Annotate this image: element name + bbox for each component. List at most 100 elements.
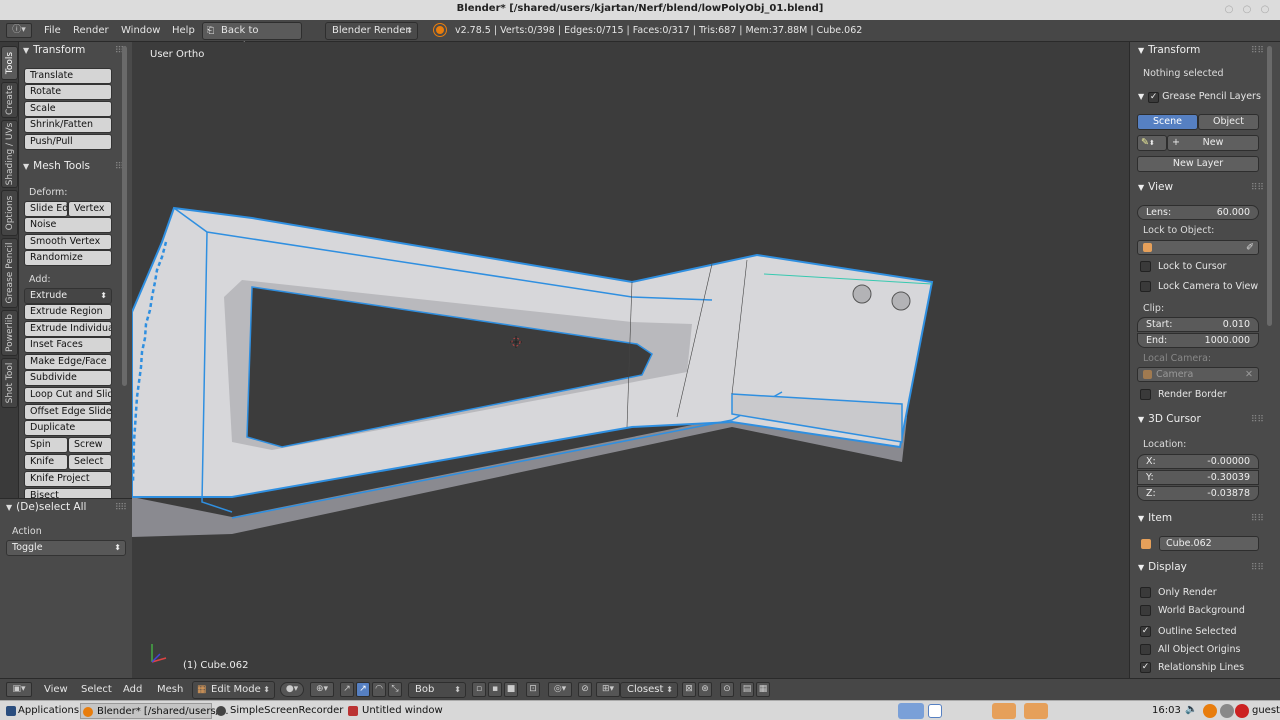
relationship-lines-checkbox[interactable]: ✓ Relationship Lines xyxy=(1140,662,1244,673)
cursor-y-field[interactable]: Y: -0.30039 xyxy=(1137,470,1259,485)
new-grease-pencil-button[interactable]: + New xyxy=(1167,135,1259,151)
menu-add[interactable]: Add xyxy=(123,684,142,695)
display-properties-header[interactable]: ▼ Display xyxy=(1138,561,1187,573)
tab-grease-pencil[interactable]: Grease Pencil xyxy=(1,238,18,308)
render-border-checkbox[interactable]: Render Border xyxy=(1140,389,1227,400)
render-animation-icon[interactable]: ▤ xyxy=(740,682,754,697)
drag-grip-icon[interactable]: ⠿⠿ xyxy=(1251,563,1264,573)
tab-tools[interactable]: Tools xyxy=(1,46,18,80)
tray-app-icon[interactable] xyxy=(1203,704,1217,718)
make-edge-face-button[interactable]: Make Edge/Face xyxy=(24,354,112,370)
screw-button[interactable]: Screw xyxy=(68,437,112,453)
editor-type-info-icon[interactable]: ⓘ▾ xyxy=(6,23,32,38)
interaction-mode-dropdown[interactable]: ▦ Edit Mode ⬍ xyxy=(192,681,275,699)
task-simplescreenrecorder[interactable]: SimpleScreenRecorder xyxy=(214,703,343,719)
translate-button[interactable]: Translate xyxy=(24,68,112,84)
mesh-tools-panel-header[interactable]: ▼ Mesh Tools xyxy=(23,160,90,172)
item-properties-header[interactable]: ▼ Item xyxy=(1138,512,1172,524)
tool-shelf-scrollbar[interactable] xyxy=(122,46,127,386)
rotate-button[interactable]: Rotate xyxy=(24,84,112,100)
cursor-x-field[interactable]: X: -0.00000 xyxy=(1137,454,1259,469)
menu-help[interactable]: Help xyxy=(172,25,195,36)
outline-selected-checkbox[interactable]: ✓ Outline Selected xyxy=(1140,626,1237,637)
menu-mesh[interactable]: Mesh xyxy=(157,684,183,695)
workspace-4-icon[interactable] xyxy=(1024,703,1048,719)
tab-shot-tool[interactable]: Shot Tool xyxy=(1,358,18,408)
duplicate-button[interactable]: Duplicate xyxy=(24,420,112,436)
tab-options[interactable]: Options xyxy=(1,190,18,236)
eyedropper-icon[interactable]: ✐ xyxy=(1246,241,1254,254)
opengl-render-icon[interactable]: ⊙ xyxy=(720,682,734,697)
back-to-previous-button[interactable]: ⎗ Back to Previous xyxy=(202,22,302,52)
viewport-shading-icon[interactable]: ●▾ xyxy=(280,682,304,697)
scale-button[interactable]: Scale xyxy=(24,101,112,117)
transform-orientation-dropdown[interactable]: Bob ⬍ xyxy=(408,682,466,698)
snap-align-icon[interactable]: ⊠ xyxy=(682,682,696,697)
bisect-button[interactable]: Bisect xyxy=(24,488,112,498)
snap-project-icon[interactable]: ⊛ xyxy=(698,682,712,697)
cursor-z-field[interactable]: Z: -0.03878 xyxy=(1137,486,1259,501)
menu-view[interactable]: View xyxy=(44,684,68,695)
menu-select[interactable]: Select xyxy=(81,684,112,695)
clip-start-field[interactable]: Start: 0.010 xyxy=(1137,317,1259,332)
applications-menu[interactable]: Applications xyxy=(4,703,79,719)
loop-cut-button[interactable]: Loop Cut and Slide xyxy=(24,387,112,403)
task-blender[interactable]: Blender* [/shared/users/... xyxy=(80,703,229,719)
properties-scrollbar[interactable] xyxy=(1267,46,1272,326)
clear-x-icon[interactable]: ✕ xyxy=(1245,368,1253,381)
new-layer-button[interactable]: New Layer xyxy=(1137,156,1259,172)
grease-pencil-layers-toggle[interactable]: ✓ Grease Pencil Layers xyxy=(1148,91,1261,103)
drag-grip-icon[interactable]: ⠿⠿ xyxy=(1251,514,1264,524)
lock-object-field[interactable]: ✐ xyxy=(1137,240,1259,255)
snap-toggle-icon[interactable]: ⊘ xyxy=(578,682,592,697)
grease-pencil-object-tab[interactable]: Object xyxy=(1198,114,1259,130)
translate-manipulator-icon[interactable]: ↗ xyxy=(356,682,370,697)
manipulator-toggle-icon[interactable]: ↗ xyxy=(340,682,354,697)
menu-render[interactable]: Render xyxy=(73,25,109,36)
face-select-icon[interactable]: ■ xyxy=(504,682,518,697)
3d-viewport[interactable]: User Ortho (1) Cube.062 xyxy=(132,42,1129,678)
proportional-editing-icon[interactable]: ◎▾ xyxy=(548,682,572,697)
edge-select-icon[interactable]: ▪ xyxy=(488,682,502,697)
extrude-region-button[interactable]: Extrude Region xyxy=(24,304,112,320)
minimize-icon[interactable]: ○ xyxy=(1222,3,1236,17)
transform-properties-header[interactable]: ▼ Transform xyxy=(1138,44,1200,56)
rotate-manipulator-icon[interactable]: ◠ xyxy=(372,682,386,697)
view-properties-header[interactable]: ▼ View xyxy=(1138,181,1173,193)
clip-end-field[interactable]: End: 1000.000 xyxy=(1137,333,1259,348)
local-camera-field[interactable]: Camera ✕ xyxy=(1137,367,1259,382)
drag-grip-icon[interactable]: ⠿⠿ xyxy=(115,503,127,513)
only-render-checkbox[interactable]: Only Render xyxy=(1140,587,1217,598)
grid-display-icon[interactable]: ▦ xyxy=(756,682,770,697)
extrude-individual-button[interactable]: Extrude Individual xyxy=(24,321,112,337)
tab-create[interactable]: Create xyxy=(1,82,18,118)
grease-pencil-scene-tab[interactable]: Scene xyxy=(1137,114,1198,130)
drag-grip-icon[interactable]: ⠿⠿ xyxy=(1251,183,1264,193)
grease-pencil-datablock-selector[interactable]: ✎⬍ xyxy=(1137,135,1167,151)
knife-button[interactable]: Knife xyxy=(24,454,68,470)
snap-element-icon[interactable]: ⊞▾ xyxy=(596,682,620,697)
randomize-button[interactable]: Randomize xyxy=(24,250,112,266)
subdivide-button[interactable]: Subdivide xyxy=(24,370,112,386)
close-icon[interactable]: ○ xyxy=(1258,3,1272,17)
editor-type-3d-view-icon[interactable]: ▣▾ xyxy=(6,682,32,697)
drag-grip-icon[interactable]: ⠿⠿ xyxy=(1251,46,1264,56)
vertex-select-icon[interactable]: ▫ xyxy=(472,682,486,697)
action-dropdown[interactable]: Toggle ⬍ xyxy=(6,540,126,556)
limit-selection-icon[interactable]: ⊡ xyxy=(526,682,540,697)
item-name-field[interactable]: Cube.062 xyxy=(1159,536,1259,551)
maximize-icon[interactable]: ○ xyxy=(1240,3,1254,17)
snap-target-dropdown[interactable]: Closest ⬍ xyxy=(620,682,678,698)
knife-project-button[interactable]: Knife Project xyxy=(24,471,112,487)
tab-powerlib[interactable]: Powerlib xyxy=(1,310,18,356)
drag-grip-icon[interactable]: ⠿⠿ xyxy=(1251,415,1264,425)
smooth-vertex-button[interactable]: Smooth Vertex xyxy=(24,234,112,250)
lock-to-cursor-checkbox[interactable]: Lock to Cursor xyxy=(1140,261,1226,272)
operator-panel-header[interactable]: ▼ (De)select All xyxy=(6,501,86,513)
workspace-3-icon[interactable] xyxy=(992,703,1016,719)
spin-button[interactable]: Spin xyxy=(24,437,68,453)
slide-edge-button[interactable]: Slide Ed xyxy=(24,201,68,217)
3d-cursor-properties-header[interactable]: ▼ 3D Cursor xyxy=(1138,413,1201,425)
power-icon[interactable] xyxy=(1235,704,1249,718)
menu-file[interactable]: File xyxy=(44,25,61,36)
